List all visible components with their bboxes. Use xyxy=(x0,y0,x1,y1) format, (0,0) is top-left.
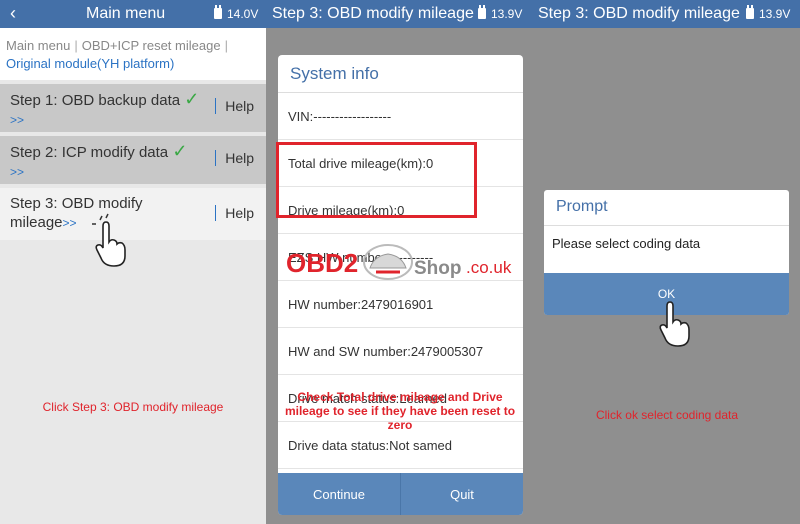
voltage-indicator: 14.0V xyxy=(214,5,259,21)
prompt-screen: Step 3: OBD modify mileage 13.9V Prompt … xyxy=(534,0,800,524)
step-3-label-line1: Step 3: OBD modify xyxy=(10,195,143,212)
step-2-item[interactable]: Step 2: ICP modify data ✓ >> Help xyxy=(0,136,266,184)
caption-line2: mileage to see if they have been reset t… xyxy=(284,404,516,418)
breadcrumb-separator: | xyxy=(74,38,78,53)
checkmark-icon: ✓ xyxy=(172,141,188,161)
plug-icon xyxy=(214,5,222,19)
info-row-hw-sw-number: HW and SW number:2479005307 xyxy=(278,328,523,375)
info-row-vin: VIN:------------------ xyxy=(278,93,523,140)
watermark-logo: OBD2 Shop .co.uk xyxy=(286,238,526,288)
plug-icon xyxy=(746,5,754,19)
top-bar: ‹ Main menu 14.0V xyxy=(0,0,266,28)
continue-button[interactable]: Continue xyxy=(278,473,400,515)
step-2-label-wrap: Step 2: ICP modify data ✓ >> xyxy=(10,142,206,182)
screen-title: Step 3: OBD modify mileage xyxy=(538,5,740,22)
breadcrumb-main-menu[interactable]: Main menu xyxy=(6,38,70,53)
step-3-label-line2: mileage xyxy=(10,214,63,231)
step-3-help-button[interactable]: Help xyxy=(225,205,254,221)
voltage-value: 14.0V xyxy=(227,7,259,21)
car-logo-icon xyxy=(363,244,413,280)
caption-line3: zero xyxy=(387,418,413,432)
more-chevron-icon: >> xyxy=(10,165,25,179)
voltage-indicator: 13.9V xyxy=(746,5,791,21)
annotation-caption: Check Total drive mileage and Drive mile… xyxy=(266,390,534,432)
breadcrumb-reset-mileage[interactable]: OBD+ICP reset mileage xyxy=(82,38,221,53)
plug-icon xyxy=(478,5,486,19)
top-bar: Step 3: OBD modify mileage 13.9V xyxy=(266,0,534,28)
watermark-domain: .co.uk xyxy=(466,258,512,277)
dialog-button-bar: Continue Quit xyxy=(278,473,523,515)
watermark-obd: OBD2 xyxy=(286,248,359,278)
voltage-value: 13.9V xyxy=(491,7,523,21)
info-row-hw-number: HW number:2479016901 xyxy=(278,281,523,328)
breadcrumb: Main menu | OBD+ICP reset mileage | Origina… xyxy=(0,28,266,80)
prompt-message: Please select coding data xyxy=(552,236,701,251)
step-1-label: Step 1: OBD backup data xyxy=(10,92,181,109)
screen-title: Main menu xyxy=(86,5,166,22)
watermark-shop: Shop xyxy=(414,258,462,279)
breadcrumb-separator: | xyxy=(224,38,228,53)
step-3-item[interactable]: Step 3: OBD modify mileage>> Help xyxy=(0,188,266,240)
more-chevron-icon: >> xyxy=(62,216,77,230)
checkmark-icon: ✓ xyxy=(184,89,200,109)
highlight-box xyxy=(276,142,477,218)
back-arrow-icon[interactable]: ‹ xyxy=(10,3,16,24)
step-1-item[interactable]: Step 1: OBD backup data ✓ >> Help xyxy=(0,84,266,132)
pointing-hand-icon xyxy=(659,301,690,347)
breadcrumb-current: Original module(YH platform) xyxy=(6,56,175,71)
quit-button[interactable]: Quit xyxy=(400,473,523,515)
step-1-label-wrap: Step 1: OBD backup data ✓ >> xyxy=(10,90,206,130)
more-chevron-icon: >> xyxy=(10,113,25,127)
dialog-title: System info xyxy=(278,55,523,93)
main-menu-screen: ‹ Main menu 14.0V Main menu | OBD+ICP rese… xyxy=(0,0,266,524)
step-2-label: Step 2: ICP modify data xyxy=(10,144,169,161)
caption-line1: Check Total drive mileage and Drive xyxy=(297,390,503,404)
annotation-caption: Click ok select coding data xyxy=(595,408,739,422)
divider xyxy=(215,98,216,114)
annotation-caption: Click Step 3: OBD modify mileage xyxy=(42,400,224,414)
divider xyxy=(215,205,216,221)
prompt-title: Prompt xyxy=(544,190,789,226)
step-2-help-button[interactable]: Help xyxy=(225,150,254,166)
divider xyxy=(215,150,216,166)
step-1-help-button[interactable]: Help xyxy=(225,98,254,114)
voltage-indicator: 13.9V xyxy=(478,5,523,21)
screen-title: Step 3: OBD modify mileage xyxy=(272,5,474,22)
top-bar: Step 3: OBD modify mileage 13.9V xyxy=(534,0,800,28)
pointing-hand-icon xyxy=(92,213,126,267)
voltage-value: 13.9V xyxy=(759,7,791,21)
